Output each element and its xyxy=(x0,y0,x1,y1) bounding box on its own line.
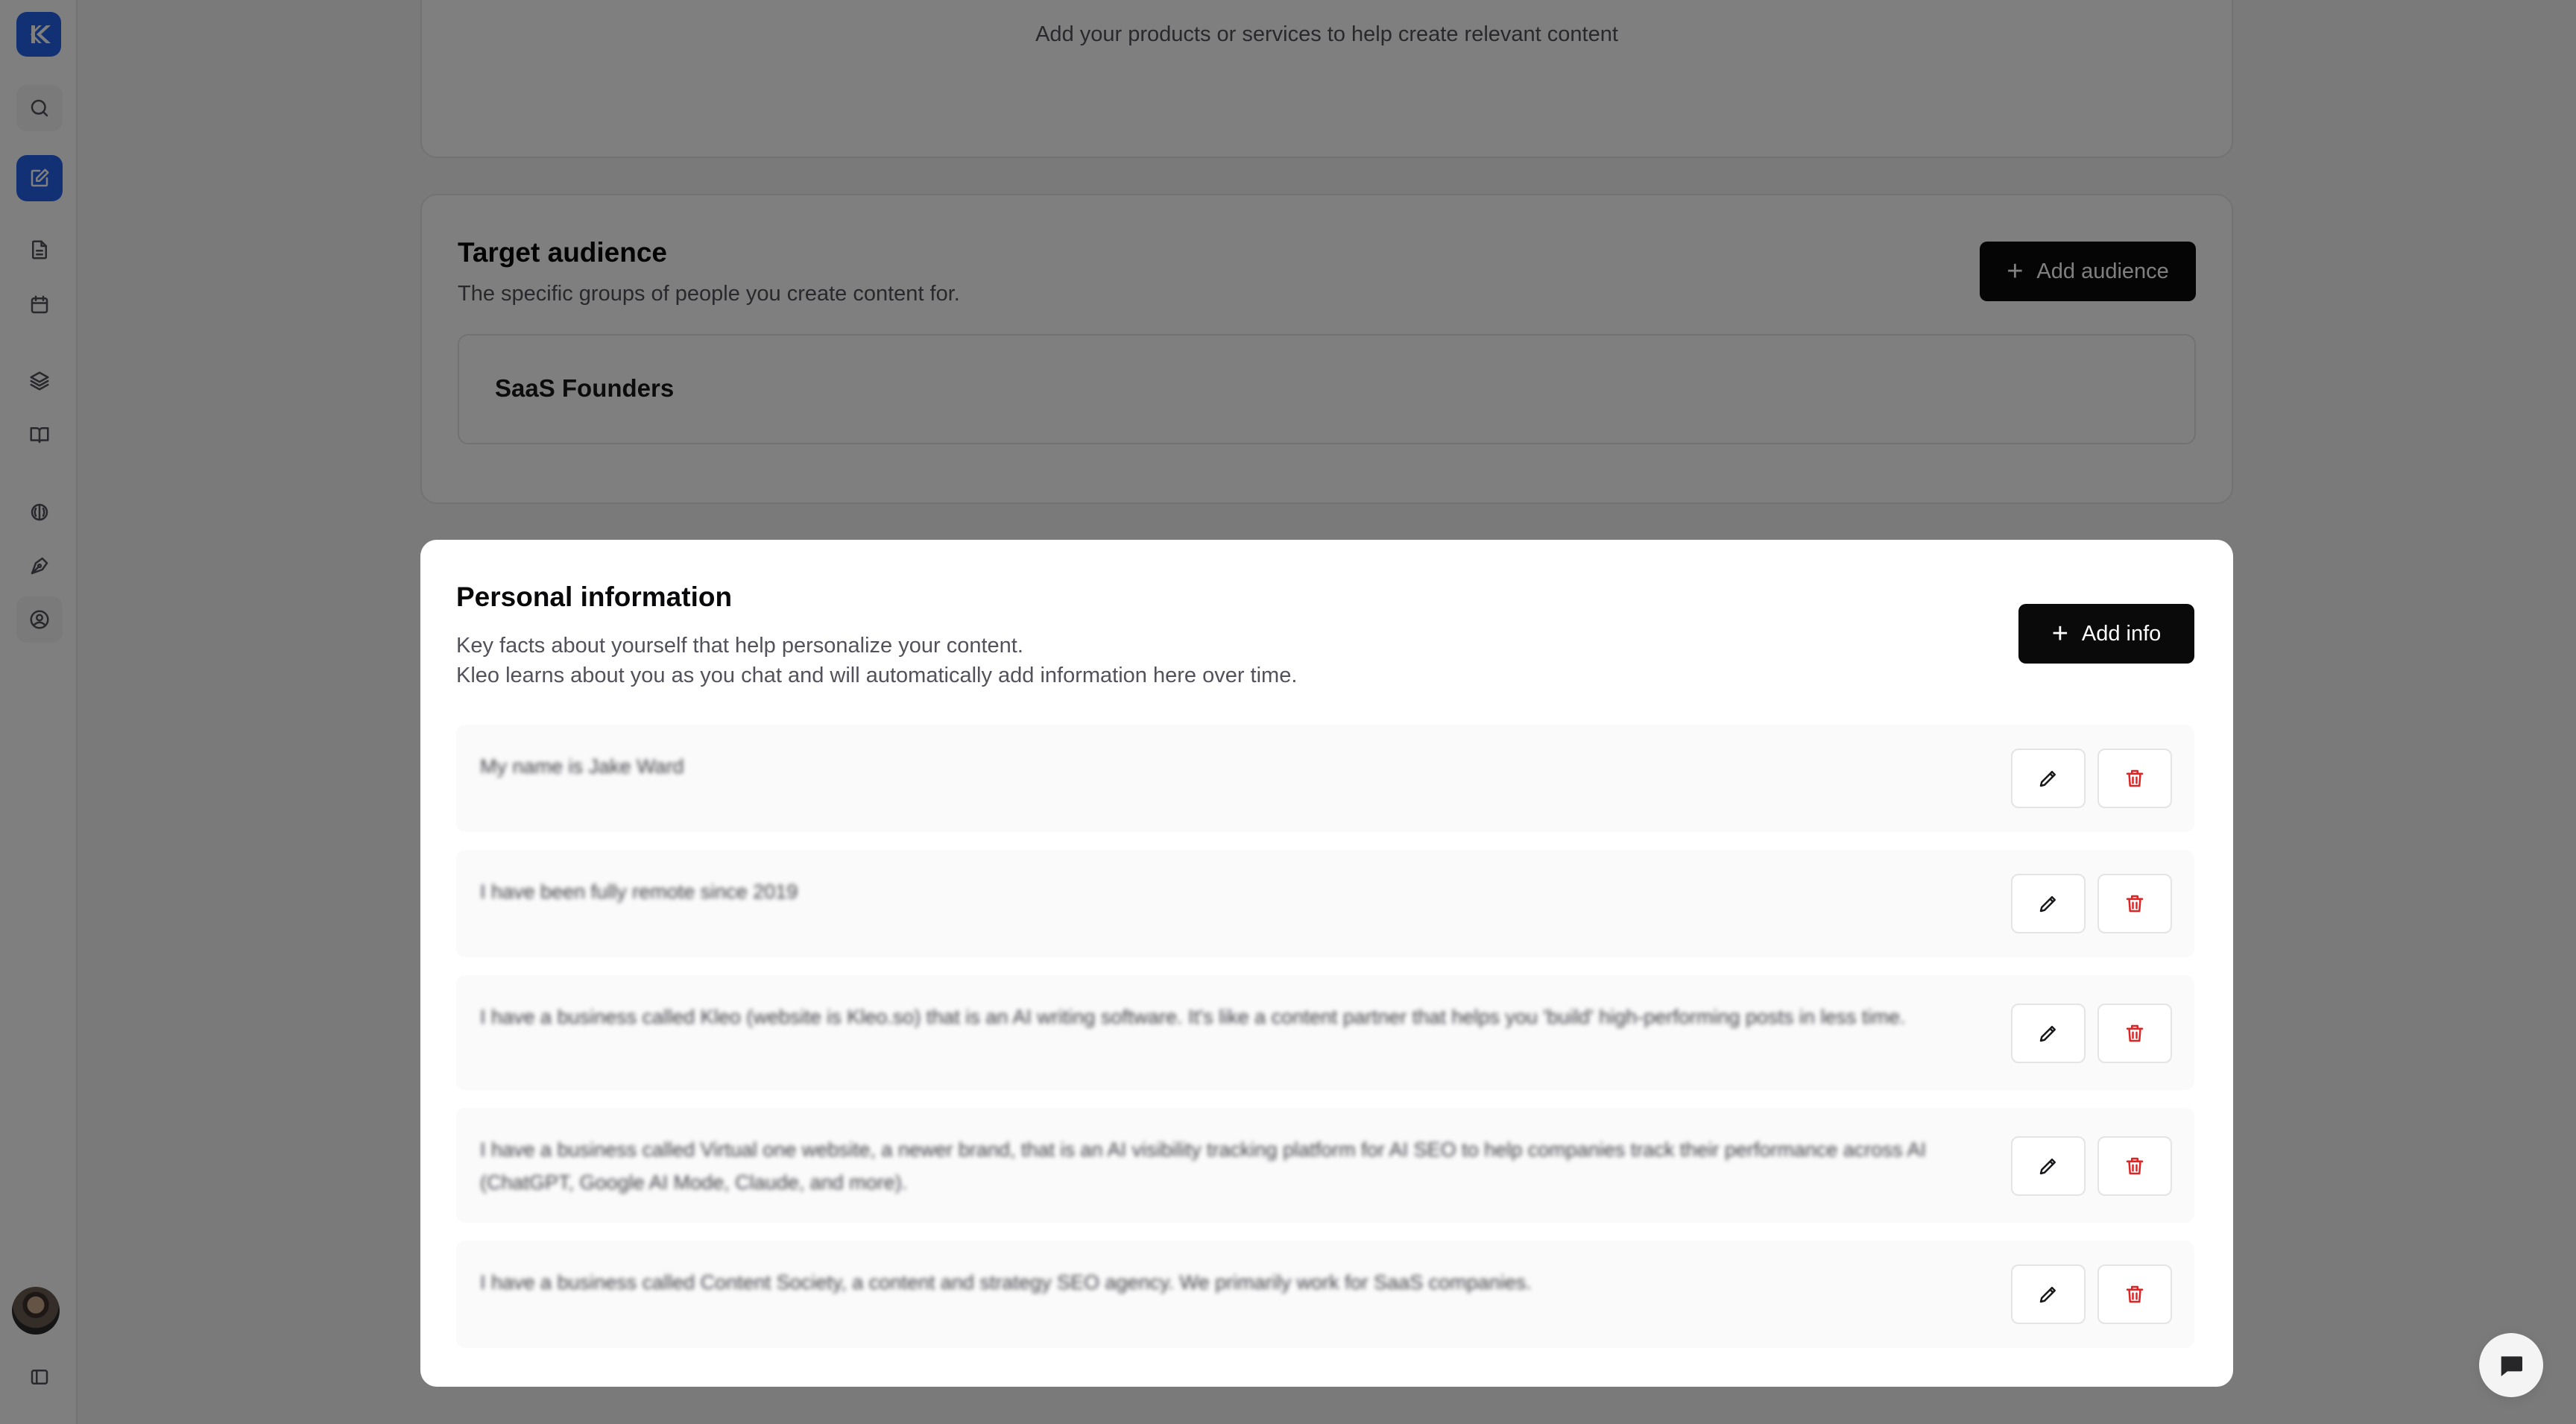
edit-button[interactable] xyxy=(2011,1136,2086,1196)
chat-icon xyxy=(2501,1356,2522,1376)
pencil-icon xyxy=(2039,771,2056,787)
chat-button[interactable] xyxy=(2479,1333,2543,1397)
app-root: Add your products or services to help cr… xyxy=(0,0,2576,1424)
edit-button[interactable] xyxy=(2011,1264,2086,1324)
info-entry: I have been fully remote since 2019 xyxy=(456,850,2194,957)
plus-icon: + xyxy=(2051,618,2068,649)
info-entry-text: I have a business called Kleo (website i… xyxy=(480,1006,1906,1028)
pencil-icon xyxy=(2039,1026,2056,1042)
trash-icon xyxy=(2126,895,2144,913)
info-entry: I have a business called Content Society… xyxy=(456,1241,2194,1348)
edit-button[interactable] xyxy=(2011,1004,2086,1063)
personal-info-description-2: Kleo learns about you as you chat and wi… xyxy=(456,664,1298,687)
pencil-icon xyxy=(2039,1287,2056,1303)
pencil-icon xyxy=(2039,1159,2056,1175)
trash-icon xyxy=(2126,1157,2144,1175)
edit-button[interactable] xyxy=(2011,874,2086,933)
info-entry-text: I have been fully remote since 2019 xyxy=(480,880,798,903)
delete-button[interactable] xyxy=(2097,874,2172,933)
pencil-icon xyxy=(2039,896,2056,913)
delete-button[interactable] xyxy=(2097,1264,2172,1324)
info-entry: I have a business called Virtual one web… xyxy=(456,1108,2194,1223)
info-entry: My name is Jake Ward xyxy=(456,725,2194,832)
edit-button[interactable] xyxy=(2011,749,2086,808)
info-entry-text: I have a business called Virtual one web… xyxy=(480,1138,1926,1194)
personal-info-modal: Personal information Key facts about you… xyxy=(420,540,2233,1387)
personal-info-description-1: Key facts about yourself that help perso… xyxy=(456,634,1023,658)
delete-button[interactable] xyxy=(2097,749,2172,808)
personal-info-title: Personal information xyxy=(456,582,733,612)
trash-icon xyxy=(2126,1024,2144,1042)
add-info-button[interactable]: + Add info xyxy=(2018,604,2194,664)
trash-icon xyxy=(2126,1285,2144,1303)
info-entry-text: I have a business called Content Society… xyxy=(480,1271,1532,1294)
info-entry-text: My name is Jake Ward xyxy=(480,755,684,778)
info-entry: I have a business called Kleo (website i… xyxy=(456,975,2194,1090)
add-info-label: Add info xyxy=(2081,621,2162,646)
delete-button[interactable] xyxy=(2097,1136,2172,1196)
trash-icon xyxy=(2126,769,2144,787)
delete-button[interactable] xyxy=(2097,1004,2172,1063)
